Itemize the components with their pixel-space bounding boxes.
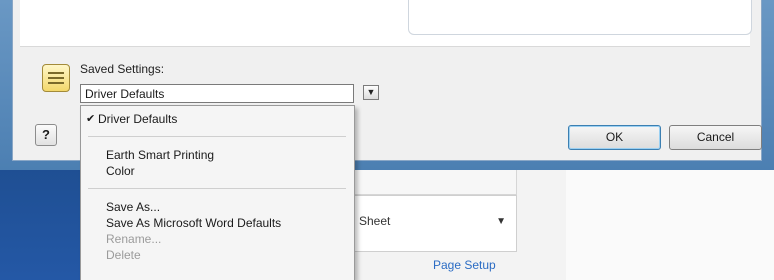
background-dropdown-value: Sheet — [359, 214, 391, 228]
printer-list-box[interactable] — [408, 0, 752, 35]
menu-item-rename: Rename... — [106, 232, 162, 246]
menu-item-save-as[interactable]: Save As... — [106, 200, 160, 214]
help-button[interactable]: ? — [35, 124, 57, 146]
checkmark-icon: ✔ — [86, 113, 96, 125]
combobox-dropdown-button[interactable]: ▼ — [363, 85, 379, 100]
cancel-button[interactable]: Cancel — [669, 125, 762, 150]
dropdown-arrow-icon: ▼ — [496, 216, 506, 227]
settings-icon — [42, 64, 70, 92]
background-dropdown[interactable]: Sheet ▼ — [350, 195, 517, 252]
saved-settings-combobox[interactable]: Driver Defaults — [80, 84, 354, 103]
saved-settings-label: Saved Settings: — [80, 62, 165, 76]
menu-item-driver-defaults[interactable]: Driver Defaults — [98, 112, 177, 126]
menu-item-earth-smart-printing[interactable]: Earth Smart Printing — [106, 148, 214, 162]
menu-item-save-as-word-defaults[interactable]: Save As Microsoft Word Defaults — [106, 216, 281, 230]
menu-separator — [88, 188, 346, 189]
menu-separator — [88, 136, 346, 137]
menu-item-delete: Delete — [106, 248, 141, 262]
page-setup-link[interactable]: Page Setup — [433, 258, 496, 272]
combobox-value: Driver Defaults — [85, 87, 165, 101]
dropdown-arrow-icon: ▼ — [366, 87, 376, 97]
background-field-top — [350, 170, 517, 195]
ok-button[interactable]: OK — [568, 125, 661, 150]
background-blue-panel — [0, 170, 82, 280]
background-right-panel — [566, 170, 774, 280]
menu-item-color[interactable]: Color — [106, 164, 135, 178]
